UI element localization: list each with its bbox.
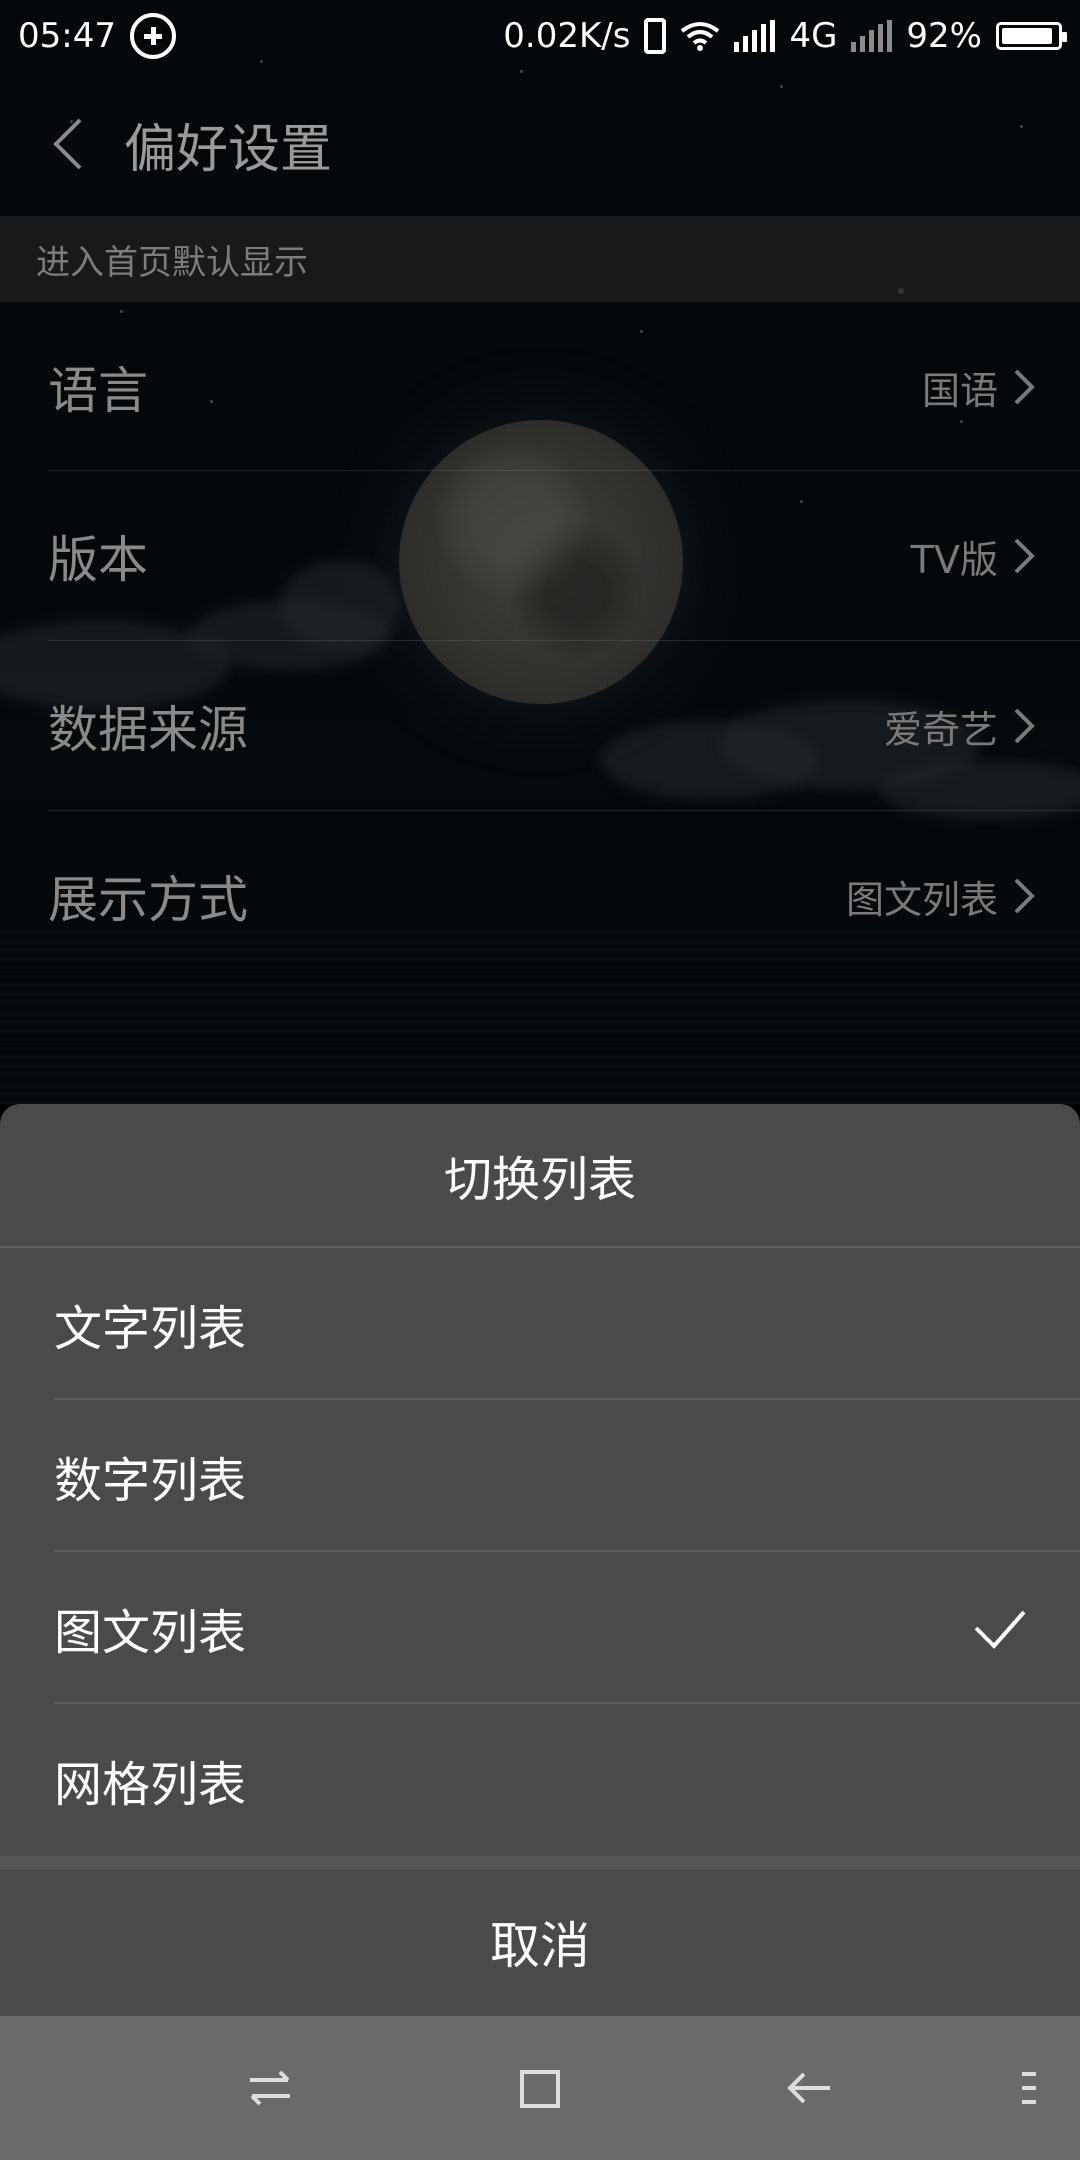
- vibrate-icon: [644, 18, 667, 54]
- cancel-button[interactable]: 取消: [0, 1870, 1080, 2014]
- option-number-list[interactable]: 数字列表: [0, 1400, 1080, 1552]
- checkmark-icon: [974, 1610, 1026, 1649]
- setting-value: 图文列表: [845, 877, 998, 922]
- chevron-right-icon: [1014, 708, 1035, 744]
- chevron-right-icon: [1014, 369, 1035, 405]
- network-speed: 0.02K/s: [503, 16, 631, 56]
- setting-label: 展示方式: [48, 871, 248, 929]
- plus-circle-icon: [129, 13, 176, 59]
- chevron-right-icon: [1014, 538, 1035, 574]
- setting-value: TV版: [910, 537, 998, 582]
- chevron-right-icon: [1014, 878, 1035, 914]
- option-label: 图文列表: [54, 1605, 247, 1661]
- setting-label: 语言: [48, 362, 148, 420]
- back-arrow-icon[interactable]: [780, 2058, 840, 2118]
- system-nav-bar: [0, 2016, 1080, 2160]
- sheet-separator: [0, 1856, 1080, 1870]
- status-time: 05:47: [18, 16, 116, 56]
- setting-label: 版本: [48, 531, 148, 589]
- menu-icon[interactable]: [1000, 2058, 1060, 2118]
- list-mode-bottom-sheet: 切换列表 文字列表 数字列表 图文列表 网格列表 取消: [0, 1104, 1080, 2016]
- wifi-icon: [681, 22, 720, 51]
- setting-value: 爱奇艺: [883, 707, 998, 752]
- square-home-icon[interactable]: [510, 2058, 570, 2118]
- setting-row-display-mode[interactable]: 展示方式 图文列表: [0, 811, 1080, 981]
- option-image-text-list[interactable]: 图文列表: [0, 1552, 1080, 1704]
- setting-label: 数据来源: [48, 701, 248, 759]
- signal-icon: [734, 20, 776, 52]
- section-title: 进入首页默认显示: [36, 242, 308, 283]
- option-label: 数字列表: [54, 1453, 247, 1509]
- app-header: 偏好设置: [0, 72, 1080, 216]
- status-bar: 05:47 0.02K/s 4G 92%: [0, 0, 1080, 72]
- section-header: 进入首页默认显示: [0, 216, 1080, 302]
- setting-row-data-source[interactable]: 数据来源 爱奇艺: [0, 641, 1080, 811]
- setting-value: 国语: [921, 368, 998, 413]
- sheet-title: 切换列表: [0, 1104, 1080, 1248]
- battery-percent: 92%: [906, 16, 982, 56]
- page-title: 偏好设置: [124, 119, 333, 180]
- option-label: 网格列表: [54, 1757, 247, 1813]
- chevron-left-icon[interactable]: [42, 114, 102, 174]
- option-text-list[interactable]: 文字列表: [0, 1248, 1080, 1400]
- signal-secondary-icon: [851, 20, 893, 52]
- setting-row-language[interactable]: 语言 国语: [0, 302, 1080, 472]
- switch-arrows-icon[interactable]: [240, 2058, 300, 2118]
- setting-row-version[interactable]: 版本 TV版: [0, 471, 1080, 641]
- battery-icon: [996, 22, 1067, 50]
- network-type: 4G: [789, 16, 838, 56]
- option-grid-list[interactable]: 网格列表: [0, 1704, 1080, 1856]
- option-label: 文字列表: [54, 1301, 247, 1357]
